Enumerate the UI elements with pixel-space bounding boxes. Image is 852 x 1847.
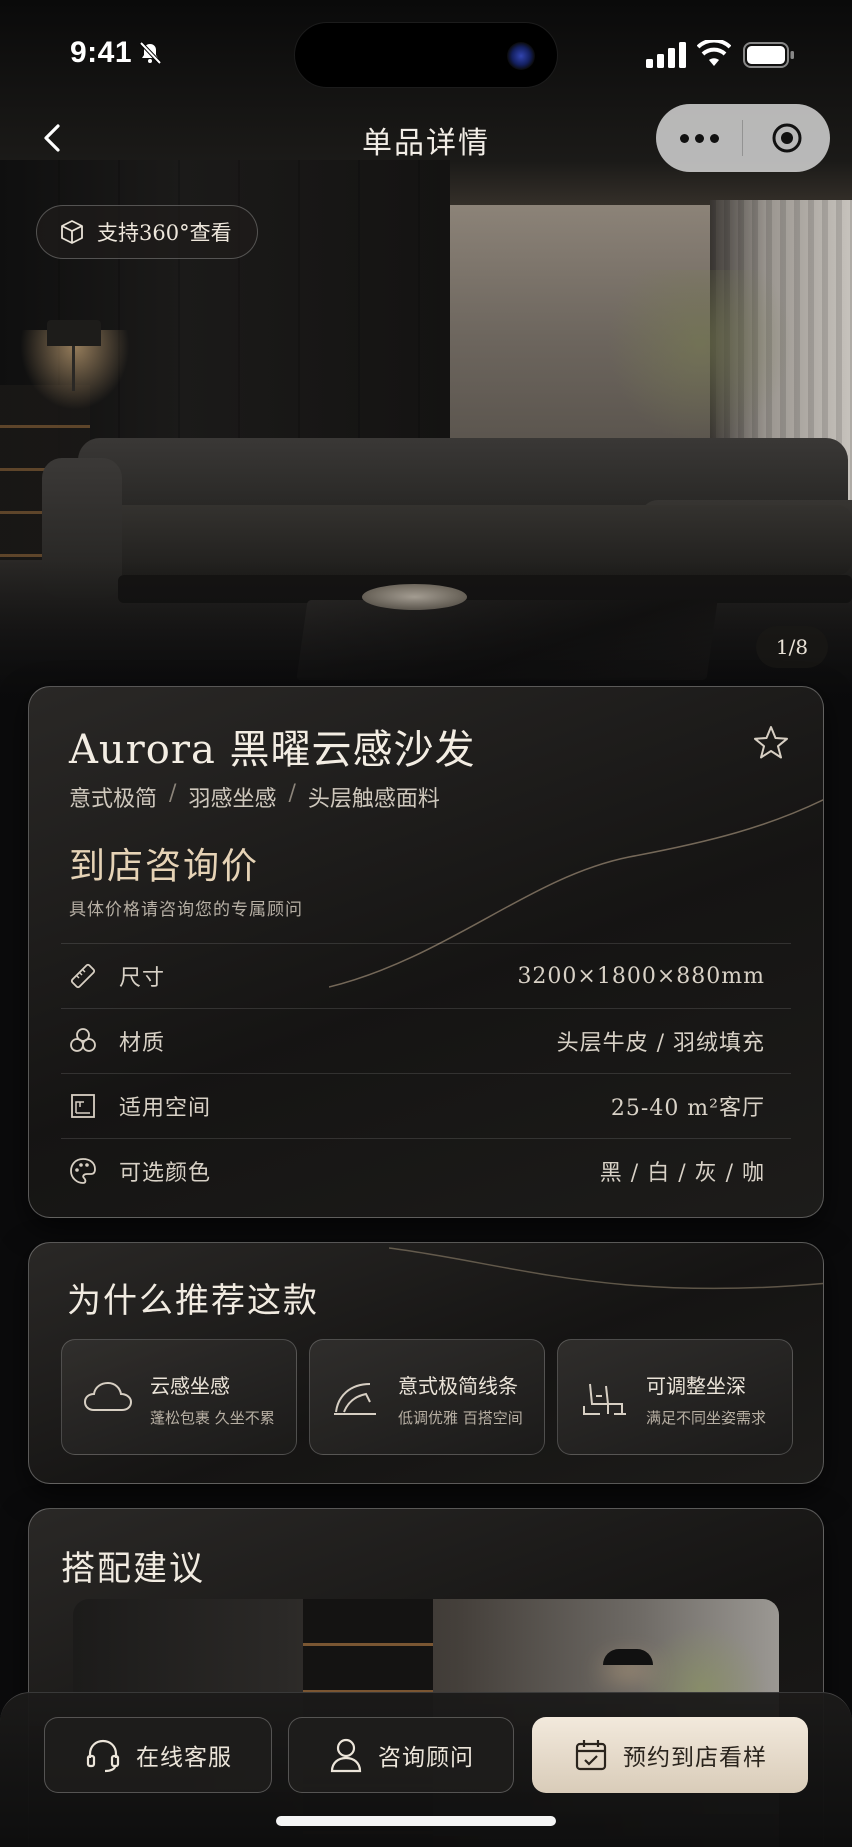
star-icon[interactable]: [751, 723, 791, 763]
spec-label: 可选颜色: [119, 1161, 212, 1186]
battery-icon: [743, 42, 794, 68]
feature-title: 云感坐感: [150, 1374, 230, 1398]
target-icon: [772, 123, 801, 153]
advisor-button[interactable]: 咨询顾问: [288, 1717, 514, 1793]
price-label: 到店咨询价: [69, 846, 260, 887]
tag-separator: /: [288, 781, 296, 806]
calendar-icon: [575, 1740, 607, 1771]
palette-icon: [70, 1158, 96, 1184]
online-service-label: 在线客服: [136, 1745, 232, 1771]
camera-icon: [507, 42, 535, 70]
more-dot: [709, 133, 719, 143]
room-icon: [71, 1094, 95, 1118]
user-icon: [330, 1738, 362, 1773]
status-bar: 9:41: [0, 0, 852, 110]
advisor-label: 咨询顾问: [378, 1745, 474, 1771]
feature-card[interactable]: 可调整坐深 满足不同坐姿需求: [557, 1339, 793, 1455]
more-button[interactable]: [656, 104, 742, 172]
seat-adjust-icon: [583, 1383, 626, 1415]
product-tag: 意式极简: [69, 787, 158, 812]
hero-lamp: [47, 320, 101, 346]
room-pendant-lamp: [603, 1649, 653, 1665]
wifi-icon: [697, 40, 731, 66]
product-title: Aurora 黑曜云感沙发: [69, 727, 476, 773]
material-icon: [70, 1028, 96, 1052]
close-miniprogram-button[interactable]: [743, 104, 830, 172]
price-note: 具体价格请咨询您的专属顾问: [69, 900, 303, 920]
spec-label: 尺寸: [119, 966, 166, 991]
more-dot: [694, 133, 704, 143]
feature-card[interactable]: 云感坐感 蓬松包裹 久坐不累: [61, 1339, 297, 1455]
ruler-icon: [70, 963, 96, 989]
spec-label: 材质: [119, 1031, 166, 1056]
view-360-label: 支持360°查看: [97, 221, 232, 245]
bell-mute-icon: [139, 41, 162, 65]
spec-value: 黑 / 白 / 灰 / 咖: [599, 1161, 765, 1186]
spec-row-space: 适用空间 25-40 m²客厅: [61, 1073, 791, 1138]
dynamic-island: [294, 22, 558, 88]
product-tag: 羽感坐感: [188, 787, 277, 812]
decorative-glow-line: [389, 1247, 823, 1290]
headset-icon: [86, 1739, 120, 1773]
online-service-button[interactable]: 在线客服: [44, 1717, 272, 1793]
section-title: 为什么推荐这款: [67, 1281, 319, 1321]
image-pager: 1/8: [756, 626, 828, 668]
spec-value: 25-40 m²客厅: [610, 1096, 765, 1121]
spec-value: 3200×1800×880mm: [517, 963, 765, 989]
spec-row-material: 材质 头层牛皮 / 羽绒填充: [61, 1008, 791, 1073]
book-visit-label: 预约到店看样: [623, 1745, 767, 1771]
hero-lamp-pole: [72, 346, 75, 391]
hero-fade: [0, 560, 852, 700]
view-360-button[interactable]: 支持360°查看: [36, 205, 258, 259]
feature-subtitle: 低调优雅 百搭空间: [398, 1409, 523, 1427]
tag-separator: /: [169, 781, 177, 806]
book-visit-button[interactable]: 预约到店看样: [532, 1717, 808, 1793]
spec-label: 适用空间: [119, 1096, 212, 1121]
recommend-reasons-card: 为什么推荐这款 云感坐感 蓬松包裹 久坐不累 意式极简线条 低调优雅 百搭空间 …: [28, 1242, 824, 1484]
hero-plant: [600, 270, 800, 450]
feature-card[interactable]: 意式极简线条 低调优雅 百搭空间: [309, 1339, 545, 1455]
more-dot: [679, 133, 689, 143]
cloud-icon: [83, 1381, 133, 1411]
product-info-card: Aurora 黑曜云感沙发 意式极简 / 羽感坐感 / 头层触感面料 到店咨询价…: [28, 686, 824, 1218]
feature-title: 意式极简线条: [398, 1374, 518, 1398]
product-tag: 头层触感面料: [307, 787, 440, 812]
home-indicator: [276, 1816, 556, 1826]
feature-title: 可调整坐深: [646, 1374, 746, 1398]
curve-line-icon: [334, 1383, 376, 1415]
section-title: 搭配建议: [61, 1549, 205, 1589]
spec-value: 头层牛皮 / 羽绒填充: [556, 1031, 765, 1056]
mini-program-capsule: [656, 104, 830, 172]
feature-subtitle: 满足不同坐姿需求: [646, 1409, 767, 1427]
signal-icon: [646, 42, 686, 68]
cube-icon: [61, 220, 83, 244]
spec-row-size: 尺寸 3200×1800×880mm: [61, 943, 791, 1008]
status-time: 9:41: [70, 36, 133, 69]
product-tags: 意式极简 / 羽感坐感 / 头层触感面料: [69, 781, 440, 813]
spec-row-colors: 可选颜色 黑 / 白 / 灰 / 咖: [61, 1138, 791, 1203]
feature-subtitle: 蓬松包裹 久坐不累: [150, 1409, 275, 1427]
